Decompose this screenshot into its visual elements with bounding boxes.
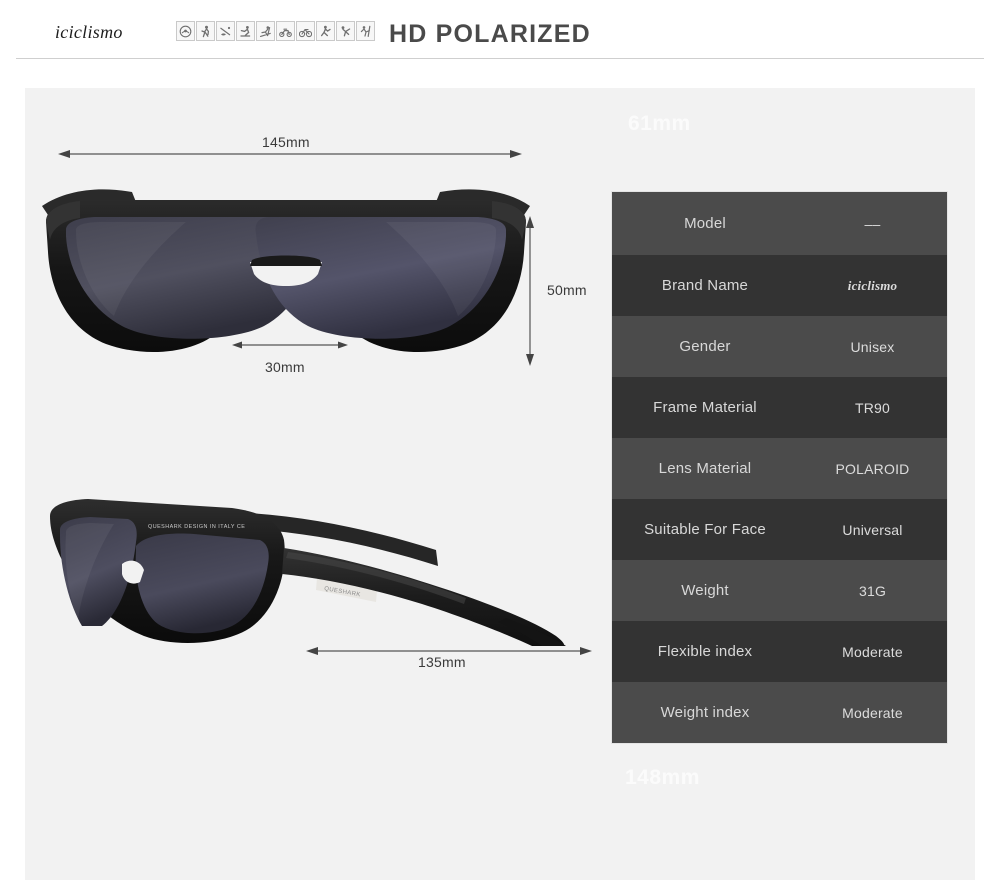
dimension-arrow-lens-height [526, 216, 534, 366]
spec-key: Model [684, 215, 726, 232]
specification-table: Model –– Brand Name iciclismo Gender Uni… [611, 191, 948, 744]
climbing-icon [356, 21, 375, 41]
golf-icon [316, 21, 335, 41]
motorcycling-icon [276, 21, 295, 41]
spec-value: Moderate [842, 704, 903, 721]
table-row: Gender Unisex [612, 316, 947, 377]
dimension-label-total-width: 145mm [262, 134, 310, 150]
spec-value: iciclismo [847, 277, 898, 293]
table-row: Flexible index Moderate [612, 621, 947, 682]
cycling-icon [296, 21, 315, 41]
spec-key: Gender [679, 338, 731, 355]
sport-icon-strip [176, 21, 375, 41]
sunglasses-side-view-image: QUESHARK DESIGN IN ITALY CE QUESHARK [50, 499, 566, 646]
watermark-overall-length: 148mm [625, 766, 700, 789]
baseball-icon [336, 21, 355, 41]
dimension-label-lens-height: 50mm [547, 282, 587, 298]
table-row: Weight index Moderate [612, 682, 947, 743]
spec-key: Weight index [660, 704, 750, 721]
spec-key: Brand Name [661, 277, 749, 294]
spec-key: Frame Material [653, 399, 757, 416]
spec-value: TR90 [854, 399, 891, 416]
table-row: Frame Material TR90 [612, 377, 947, 438]
spec-value: Unisex [850, 338, 895, 355]
watermark-lens-width: 61mm [628, 112, 691, 135]
spec-value: POLAROID [835, 460, 910, 477]
table-row: Brand Name iciclismo [612, 255, 947, 316]
spec-value: 31G [858, 582, 887, 599]
running-icon [196, 21, 215, 41]
spec-key: Lens Material [658, 460, 752, 477]
table-row: Lens Material POLAROID [612, 438, 947, 499]
spec-key: Flexible index [657, 643, 753, 660]
table-row: Model –– [612, 192, 947, 255]
temple-print-text: QUESHARK DESIGN IN ITALY CE [148, 524, 245, 530]
spec-key: Weight [681, 582, 729, 599]
header-divider [16, 58, 984, 59]
dimension-label-bridge-width: 30mm [265, 359, 305, 375]
no-glare-icon [176, 21, 195, 41]
dimension-arrow-bridge-width [232, 341, 348, 349]
spec-value: Universal [842, 521, 903, 538]
dimension-label-temple-length: 135mm [418, 654, 466, 670]
table-row: Weight 31G [612, 560, 947, 621]
spec-value: –– [864, 215, 881, 232]
spec-value: Moderate [842, 643, 903, 660]
fishing-icon [216, 21, 235, 41]
table-row: Suitable For Face Universal [612, 499, 947, 560]
skiing-icon [256, 21, 275, 41]
brand-logo: iciclismo [55, 22, 123, 42]
page-title: HD POLARIZED [389, 20, 591, 48]
skating-icon [236, 21, 255, 41]
spec-key: Suitable For Face [644, 521, 766, 538]
page-header: iciclismo HD POLARIZED [0, 0, 1000, 60]
